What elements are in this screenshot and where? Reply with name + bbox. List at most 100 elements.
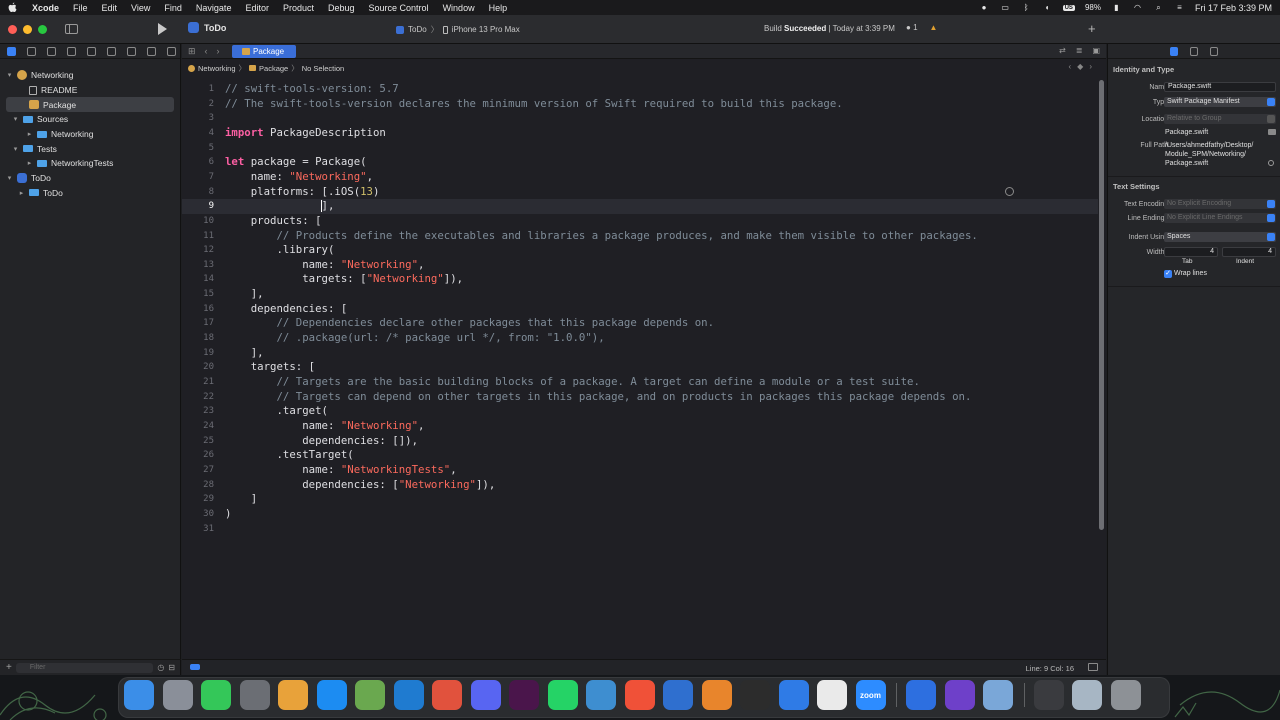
- panel-toggle-icon[interactable]: [1088, 663, 1098, 671]
- disclosure-closed-icon[interactable]: ▸: [26, 130, 33, 138]
- name-field[interactable]: Package.swift: [1164, 82, 1276, 92]
- line-number[interactable]: 5: [182, 141, 214, 156]
- code-line[interactable]: 4 import PackageDescription: [182, 126, 1098, 141]
- run-button[interactable]: [158, 23, 167, 35]
- add-library-button[interactable]: +: [1088, 21, 1096, 36]
- line-number[interactable]: 17: [182, 316, 214, 331]
- dock-app-whatsapp[interactable]: [547, 680, 578, 710]
- editor-options-icon[interactable]: ≣: [1076, 46, 1083, 55]
- find-navigator-icon[interactable]: [67, 46, 76, 56]
- text-encoding-popup[interactable]: No Explicit Encoding: [1164, 199, 1276, 209]
- code-line[interactable]: 14 targets: ["Networking"]),: [182, 272, 1098, 287]
- dock-app-screenshot[interactable]: [239, 680, 270, 710]
- code-line[interactable]: 12 .library(: [182, 243, 1098, 258]
- menu-debug[interactable]: Debug: [328, 3, 355, 13]
- code-line[interactable]: 30): [182, 507, 1098, 522]
- dock-app-figma[interactable]: [740, 680, 770, 710]
- disclosure-closed-icon[interactable]: ▸: [26, 159, 33, 167]
- test-navigator-icon[interactable]: [107, 46, 116, 56]
- minimize-window-button[interactable]: [23, 24, 32, 34]
- code-line[interactable]: 23 .target(: [182, 404, 1098, 419]
- disclosure-open-icon[interactable]: ▾: [12, 115, 19, 123]
- menu-editor[interactable]: Editor: [245, 3, 269, 13]
- related-items-icon[interactable]: ⊞: [188, 46, 196, 57]
- code-review-icon[interactable]: ⇄: [1059, 46, 1066, 55]
- forward-arrow-icon[interactable]: ›: [217, 46, 220, 57]
- report-navigator-icon[interactable]: [167, 46, 176, 56]
- jump-bar-project[interactable]: Networking: [198, 64, 236, 73]
- scheme-device-name[interactable]: iPhone 13 Pro Max: [452, 25, 520, 34]
- disclosure-open-icon[interactable]: ▾: [12, 145, 19, 153]
- code-line[interactable]: 2 // The swift-tools-version declares the…: [182, 97, 1098, 112]
- code-line[interactable]: 9 ],: [182, 199, 1098, 214]
- code-line[interactable]: 3: [182, 111, 1098, 126]
- tree-row-tests[interactable]: ▾ Tests: [0, 141, 180, 156]
- record-icon[interactable]: ●: [979, 3, 990, 12]
- bluetooth-icon[interactable]: ᛒ: [1021, 3, 1032, 12]
- dock-app-instruments[interactable]: [663, 680, 693, 710]
- issue-count[interactable]: ● 1: [906, 23, 918, 32]
- wrap-lines-checkbox[interactable]: ✓: [1164, 270, 1172, 278]
- line-number[interactable]: 19: [182, 346, 214, 361]
- line-endings-popup[interactable]: No Explicit Line Endings: [1164, 213, 1276, 223]
- add-file-icon[interactable]: +: [6, 662, 12, 673]
- split-editor-icon[interactable]: ▣: [1092, 46, 1100, 55]
- folder-reveal-icon[interactable]: [1268, 129, 1276, 135]
- menu-help[interactable]: Help: [489, 3, 508, 13]
- navigator-filter-input[interactable]: Filter: [15, 662, 154, 673]
- code-line[interactable]: 19 ],: [182, 346, 1098, 361]
- tree-row-networking-tests[interactable]: ▸ NetworkingTests: [0, 156, 180, 171]
- dock-app-slack[interactable]: [509, 680, 539, 710]
- project-navigator-icon[interactable]: [7, 46, 16, 56]
- dock-app-chrome[interactable]: [817, 680, 847, 710]
- line-number[interactable]: 13: [182, 258, 214, 273]
- code-line[interactable]: 25 dependencies: []),: [182, 434, 1098, 449]
- scheme-selector[interactable]: ToDo 〉 iPhone 13 Pro Max: [396, 24, 520, 35]
- dock-app-finder[interactable]: [124, 680, 154, 710]
- jump-bar-file[interactable]: Package: [259, 64, 288, 73]
- code-line[interactable]: 6 let package = Package(: [182, 155, 1098, 170]
- debug-navigator-icon[interactable]: [127, 46, 136, 56]
- display-icon[interactable]: ▭: [1000, 3, 1011, 12]
- back-arrow-icon[interactable]: ‹: [205, 46, 208, 57]
- code-line[interactable]: 8 platforms: [.iOS(13): [182, 185, 1098, 200]
- breakpoint-navigator-icon[interactable]: [147, 46, 156, 56]
- history-inspector-icon[interactable]: [1190, 46, 1198, 56]
- line-number[interactable]: 29: [182, 492, 214, 507]
- code-line[interactable]: 27 name: "NetworkingTests",: [182, 463, 1098, 478]
- symbol-navigator-icon[interactable]: [47, 46, 56, 56]
- menu-bar-clock[interactable]: Fri 17 Feb 3:39 PM: [1195, 3, 1272, 13]
- menu-view[interactable]: View: [131, 3, 150, 13]
- dock-app-xcode[interactable]: [778, 680, 809, 710]
- disclosure-closed-icon[interactable]: ▸: [18, 189, 25, 197]
- editor-scrollbar[interactable]: [1099, 80, 1104, 530]
- code-line[interactable]: 29 ]: [182, 492, 1098, 507]
- spotlight-search-icon[interactable]: ⌕: [1153, 3, 1164, 12]
- tree-row-package[interactable]: Package: [6, 97, 174, 113]
- menu-app-name[interactable]: Xcode: [32, 3, 59, 13]
- dock-app-git-client[interactable]: [432, 680, 462, 710]
- line-number[interactable]: 12: [182, 243, 214, 258]
- tree-row-readme[interactable]: README: [0, 83, 180, 98]
- dock-app-discord[interactable]: [470, 680, 501, 710]
- code-line[interactable]: 17 // Dependencies declare other package…: [182, 316, 1098, 331]
- line-number[interactable]: 2: [182, 97, 214, 112]
- code-line[interactable]: 24 name: "Networking",: [182, 419, 1098, 434]
- code-line[interactable]: 16 dependencies: [: [182, 302, 1098, 317]
- line-number[interactable]: 4: [182, 126, 214, 141]
- line-number[interactable]: 31: [182, 522, 214, 537]
- disclosure-open-icon[interactable]: ▾: [6, 71, 13, 79]
- dock-app-recent-document[interactable]: [1033, 680, 1064, 710]
- code-line[interactable]: 22 // Targets can depend on other target…: [182, 390, 1098, 405]
- code-line[interactable]: 26 .testTarget(: [182, 448, 1098, 463]
- code-line[interactable]: 31: [182, 522, 1098, 537]
- reveal-in-finder-icon[interactable]: [1268, 160, 1274, 166]
- line-number[interactable]: 14: [182, 272, 214, 287]
- code-line[interactable]: 1 // swift-tools-version: 5.7: [182, 82, 1098, 97]
- keyboard-layout-badge[interactable]: US: [1062, 4, 1075, 11]
- volume-icon[interactable]: ◖: [1042, 3, 1053, 12]
- line-number[interactable]: 11: [182, 229, 214, 244]
- help-inspector-icon[interactable]: [1210, 46, 1218, 56]
- dock-app-sourcetree[interactable]: [701, 680, 732, 710]
- line-number[interactable]: 1: [182, 82, 214, 97]
